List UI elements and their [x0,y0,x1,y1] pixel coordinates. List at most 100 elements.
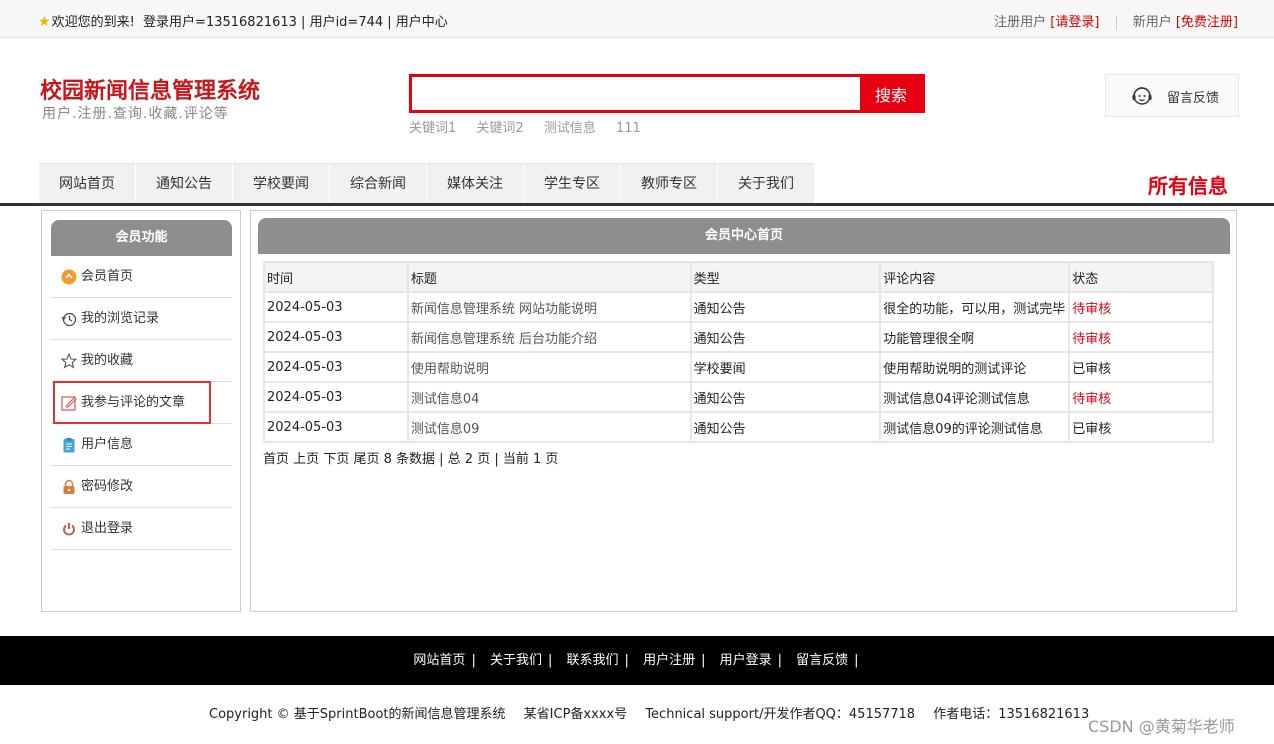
cell-title-link[interactable]: 新闻信息管理系统 网站功能说明 [408,293,690,321]
history-icon [61,312,77,327]
cell-comment: 功能管理很全啊 [881,323,1069,351]
lock-icon [63,479,75,494]
footer-link-contact[interactable]: 联系我们 [567,653,619,668]
sidebar-item-label: 密码修改 [81,479,134,494]
nav-item-students[interactable]: 学生专区 [524,163,620,203]
sidebar-item-label: 我的收藏 [81,353,134,368]
column-header-comment: 评论内容 [881,263,1069,291]
search-input[interactable] [412,77,863,110]
support-text: Technical support/开发作者QQ：45157718 [645,707,916,722]
cell-time: 2024-05-03 [265,293,407,321]
footer-link-register[interactable]: 用户注册 [643,653,695,668]
column-header-time: 时间 [265,263,407,291]
column-header-type: 类型 [691,263,880,291]
nav-item-general-news[interactable]: 综合新闻 [330,163,426,203]
cell-title-link[interactable]: 使用帮助说明 [408,353,690,381]
nav-divider [0,203,1274,206]
footer-link-login[interactable]: 用户登录 [720,653,772,668]
cell-time: 2024-05-03 [265,383,407,411]
register-link[interactable]: [免费注册] [1176,15,1238,30]
table-row: 2024-05-03 测试信息09 通知公告 测试信息09的评论测试信息 已审核 [265,413,1212,441]
keyword-link[interactable]: 111 [616,121,641,136]
nav-item-notices[interactable]: 通知公告 [136,163,232,203]
cell-status: 已审核 [1070,413,1212,441]
power-icon [63,523,75,536]
sidebar-title: 会员功能 [51,220,232,256]
divider: | [471,653,476,668]
login-link[interactable]: [请登录] [1050,15,1099,30]
footer-link-about[interactable]: 关于我们 [490,653,542,668]
site-title: 校园新闻信息管理系统 [40,79,261,104]
sidebar-item-change-password[interactable]: 密码修改 [51,466,232,508]
table-row: 2024-05-03 测试信息04 通知公告 测试信息04评论测试信息 待审核 [265,383,1212,411]
sidebar-item-label: 用户信息 [81,437,134,452]
feedback-label: 留言反馈 [1167,91,1220,106]
table-row: 2024-05-03 使用帮助说明 学校要闻 使用帮助说明的测试评论 已审核 [265,353,1212,381]
nav-item-media[interactable]: 媒体关注 [427,163,523,203]
cell-title-link[interactable]: 测试信息09 [408,413,690,441]
cell-comment: 使用帮助说明的测试评论 [881,353,1069,381]
divider: | [701,653,706,668]
customer-service-icon [1132,87,1152,105]
sidebar-item-favorites[interactable]: 我的收藏 [51,340,232,382]
sidebar-item-history[interactable]: 我的浏览记录 [51,298,232,340]
footer-links: 网站首页 | 关于我们 | 联系我们 | 用户注册 | 用户登录 | 留言反馈 | [0,636,1274,685]
member-center-panel: 会员中心首页 时间 标题 类型 评论内容 状态 2024-05-03 新闻信息管… [250,210,1237,612]
user-info-icon [63,438,75,453]
pager-next[interactable]: 下页 [323,452,349,467]
cell-type: 学校要闻 [691,353,880,381]
pagination: 首页 上页 下页 尾页 8 条数据 | 总 2 页 | 当前 1 页 [263,448,558,467]
all-info-link[interactable]: 所有信息 [1148,170,1228,199]
table-header-row: 时间 标题 类型 评论内容 状态 [265,263,1212,291]
keyword-link[interactable]: 关键词2 [476,121,523,136]
main-nav: 网站首页 通知公告 学校要闻 综合新闻 媒体关注 学生专区 教师专区 关于我们 [39,163,815,203]
cell-status: 待审核 [1070,293,1212,321]
table-row: 2024-05-03 新闻信息管理系统 后台功能介绍 通知公告 功能管理很全啊 … [265,323,1212,351]
sidebar-item-member-home[interactable]: 会员首页 [51,256,232,298]
cell-title-link[interactable]: 测试信息04 [408,383,690,411]
sidebar-item-user-info[interactable]: 用户信息 [51,424,232,466]
cell-comment: 很全的功能，可以用，测试完毕 [881,293,1069,321]
welcome-area: ★欢迎您的到来! 登录用户=13516821613 | 用户id=744 | 用… [38,11,448,30]
comments-table: 时间 标题 类型 评论内容 状态 2024-05-03 新闻信息管理系统 网站功… [263,261,1214,443]
cell-title-link[interactable]: 新闻信息管理系统 后台功能介绍 [408,323,690,351]
hot-keywords: 关键词1 关键词2 测试信息 111 [409,117,657,136]
watermark: CSDN @黄菊华老师 [1088,717,1235,736]
sidebar-item-label: 会员首页 [81,269,134,284]
keyword-link[interactable]: 关键词1 [409,121,456,136]
nav-item-teachers[interactable]: 教师专区 [621,163,717,203]
footer-link-feedback[interactable]: 留言反馈 [796,653,848,668]
pager-prev[interactable]: 上页 [293,452,319,467]
keyword-link[interactable]: 测试信息 [544,121,596,136]
home-icon [61,269,77,285]
divider: | [547,653,553,668]
copyright-text: Copyright © 基于SprintBoot的新闻信息管理系统 [209,707,506,722]
nav-item-school-news[interactable]: 学校要闻 [233,163,329,203]
panel-title: 会员中心首页 [258,218,1230,254]
cell-type: 通知公告 [691,383,880,411]
pager-first[interactable]: 首页 [263,452,289,467]
registered-user-label: 注册用户 [994,15,1047,30]
divider: | [777,653,783,668]
nav-item-about[interactable]: 关于我们 [718,163,814,203]
nav-item-home[interactable]: 网站首页 [39,163,135,203]
feedback-button[interactable]: 留言反馈 [1105,74,1239,117]
phone-text: 作者电话：13516821613 [933,707,1090,722]
pager-last[interactable]: 尾页 [353,452,379,467]
user-center-link[interactable]: 用户中心 [396,15,448,30]
sidebar-item-logout[interactable]: 退出登录 [51,508,232,550]
user-info-text: 登录用户=13516821613 | 用户id=744 | [143,15,396,30]
search-button[interactable]: 搜索 [860,74,922,113]
highlight-box [53,381,211,424]
divider: | [854,653,859,668]
copyright-line: Copyright © 基于SprintBoot的新闻信息管理系统 某省ICP备… [209,703,1103,722]
search-box: 搜索 [409,74,925,113]
cell-status: 已审核 [1070,353,1212,381]
site-subtitle: 用户.注册.查询.收藏.评论等 [42,106,229,122]
cell-comment: 测试信息04评论测试信息 [881,383,1069,411]
sidebar-item-label: 我的浏览记录 [81,311,160,326]
icp-text: 某省ICP备xxxx号 [523,707,628,722]
footer-link-home[interactable]: 网站首页 [413,653,465,668]
table-row: 2024-05-03 新闻信息管理系统 网站功能说明 通知公告 很全的功能，可以… [265,293,1212,321]
top-bar: ★欢迎您的到来! 登录用户=13516821613 | 用户id=744 | 用… [0,0,1274,38]
